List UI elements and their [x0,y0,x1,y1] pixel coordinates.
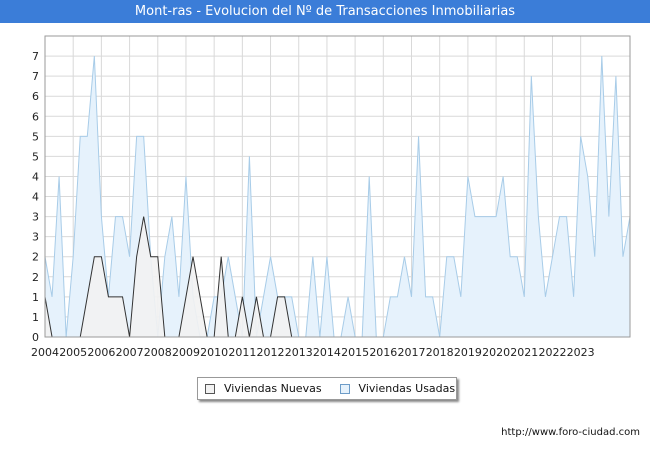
source-link[interactable]: http://www.foro-ciudad.com [501,427,640,438]
x-tick-label: 2013 [285,346,313,359]
legend-swatch-nuevas [205,383,215,394]
x-tick-label: 2019 [454,346,482,359]
x-tick-label: 2014 [313,346,341,359]
x-tick-label: 2007 [116,346,144,359]
x-tick-label: 2015 [341,346,369,359]
y-tick-label: 4 [32,170,39,183]
x-tick-label: 2011 [228,346,256,359]
legend-label-usadas: Viviendas Usadas [358,382,456,395]
y-tick-label: 2 [32,271,39,284]
y-tick-label: 2 [32,251,39,264]
x-tick-label: 2018 [426,346,454,359]
x-tick-label: 2010 [200,346,228,359]
x-tick-label: 2022 [538,346,566,359]
y-tick-label: 6 [32,90,39,103]
x-tick-label: 2005 [59,346,87,359]
y-tick-label: 5 [32,130,39,143]
x-tick-label: 2017 [398,346,426,359]
x-tick-label: 2023 [567,346,595,359]
x-tick-label: 2012 [257,346,285,359]
x-tick-label: 2016 [369,346,397,359]
x-tick-label: 2006 [87,346,115,359]
y-tick-label: 3 [32,211,39,224]
x-tick-label: 2008 [144,346,172,359]
legend-swatch-usadas [339,383,350,394]
x-tick-label: 2004 [31,346,59,359]
legend-label-nuevas: Viviendas Nuevas [224,382,322,395]
y-tick-label: 6 [32,110,39,123]
x-tick-label: 2020 [482,346,510,359]
y-tick-label: 3 [32,231,39,244]
legend-item-nuevas: Viviendas Nuevas [205,382,322,395]
y-tick-label: 0 [32,331,39,344]
y-tick-label: 5 [32,150,39,163]
legend-item-usadas: Viviendas Usadas [339,382,456,395]
y-tick-label: 1 [32,291,39,304]
y-tick-label: 1 [32,311,39,324]
x-tick-label: 2009 [172,346,200,359]
y-tick-label: 4 [32,191,39,204]
legend: Viviendas Nuevas Viviendas Usadas [197,377,457,400]
y-tick-label: 7 [32,70,39,83]
y-tick-label: 7 [32,50,39,63]
x-tick-label: 2021 [510,346,538,359]
